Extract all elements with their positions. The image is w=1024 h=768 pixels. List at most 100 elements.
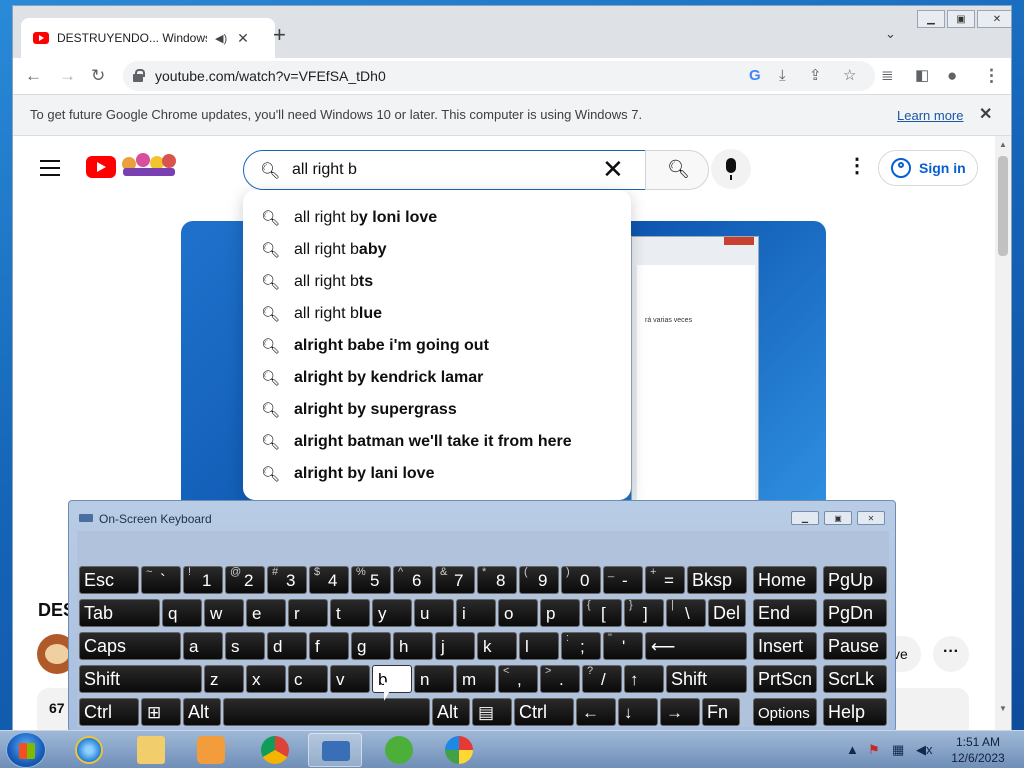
osk-key-c[interactable]: c [288, 665, 328, 693]
osk-key-x[interactable]: ↑ [624, 665, 664, 693]
osk-ctrl[interactable]: Ctrl [514, 698, 574, 726]
scroll-thumb[interactable] [998, 156, 1008, 256]
media-control-icon[interactable]: ≣ [881, 64, 894, 88]
taskbar-osk[interactable] [308, 733, 362, 767]
maximize-button[interactable]: ▣ [947, 10, 975, 28]
profile-avatar-icon[interactable]: ● [947, 64, 957, 88]
osk-key-i[interactable]: i [456, 599, 496, 627]
osk-key-x[interactable]: ⟵ [645, 632, 747, 660]
infobar-close-icon[interactable]: ✕ [979, 104, 992, 124]
osk-pause-key[interactable]: Pause [823, 632, 887, 660]
osk-pgdn-key[interactable]: PgDn [823, 599, 887, 627]
osk-alt[interactable]: Alt [183, 698, 221, 726]
osk-esc[interactable]: Esc [79, 566, 139, 594]
osk-key-l[interactable]: l [519, 632, 559, 660]
hamburger-menu-icon[interactable] [40, 160, 60, 176]
osk-key-7[interactable]: & 7 [435, 566, 475, 594]
osk-windows-key[interactable]: ⊞ [141, 698, 181, 726]
osk-key-b[interactable]: b [372, 665, 412, 693]
osk-key-x[interactable]: }] [624, 599, 664, 627]
browser-tab[interactable]: DESTRUYENDO... Windows 7 ◀) ✕ [21, 18, 275, 58]
osk-key-n[interactable]: n [414, 665, 454, 693]
osk-insert-key[interactable]: Insert [753, 632, 817, 660]
osk-key-e[interactable]: e [246, 599, 286, 627]
osk-pgup-key[interactable]: PgUp [823, 566, 887, 594]
close-window-button[interactable]: ✕ [977, 10, 1011, 28]
lock-icon[interactable] [133, 69, 145, 82]
osk-ctrl[interactable]: Ctrl [79, 698, 139, 726]
osk-space[interactable] [223, 698, 430, 726]
suggestion-item[interactable]: 🔍︎ all right by loni love [243, 202, 631, 234]
osk-menu-key-key[interactable]: ▤ [472, 698, 512, 726]
forward-arrow-icon[interactable]: → [59, 64, 76, 88]
osk-end-key[interactable]: End [753, 599, 817, 627]
scroll-down-arrow-icon[interactable]: ▼ [999, 704, 1007, 713]
google-translate-icon[interactable]: G [749, 65, 761, 87]
reload-icon[interactable]: ↻ [91, 64, 105, 88]
page-scrollbar[interactable]: ▲ ▼ [995, 136, 1011, 730]
osk-key-d[interactable]: d [267, 632, 307, 660]
osk-key-j[interactable]: j [435, 632, 475, 660]
osk-key-x[interactable]: | \ [666, 599, 706, 627]
clear-search-icon[interactable]: ✕ [602, 155, 624, 183]
suggestion-item[interactable]: 🔍︎ alright by lani love [243, 458, 631, 490]
suggestion-item[interactable]: 🔍︎ all right blue [243, 298, 631, 330]
start-button[interactable] [6, 732, 46, 768]
osk-minimize-button[interactable]: ▁ [791, 511, 819, 525]
osk-key-m[interactable]: m [456, 665, 496, 693]
osk-key-x[interactable]: ← [576, 698, 616, 726]
osk-key-z[interactable]: z [204, 665, 244, 693]
suggestion-item[interactable]: 🔍︎ all right bts [243, 266, 631, 298]
osk-key-x[interactable]: ↓ [618, 698, 658, 726]
osk-key-x[interactable]: {[ [582, 599, 622, 627]
osk-key-2[interactable]: @2 [225, 566, 265, 594]
osk-tab[interactable]: Tab [79, 599, 160, 627]
taskbar-vpn[interactable] [432, 733, 486, 767]
osk-options-key[interactable]: Options [753, 698, 817, 726]
osk-key-1[interactable]: ! 1 [183, 566, 223, 594]
osk-key-5[interactable]: % 5 [351, 566, 391, 594]
osk-key-u[interactable]: u [414, 599, 454, 627]
taskbar-explorer[interactable] [124, 733, 178, 767]
osk-key-x[interactable]: <, [498, 665, 538, 693]
osk-key-w[interactable]: w [204, 599, 244, 627]
osk-key-x[interactable]: :; [561, 632, 601, 660]
suggestion-item[interactable]: 🔍︎ alright babe i'm going out [243, 330, 631, 362]
osk-key-4[interactable]: $4 [309, 566, 349, 594]
osk-shift[interactable]: Shift [666, 665, 747, 693]
osk-key-x[interactable]: + = [645, 566, 685, 594]
tray-volume-icon[interactable]: ◀x [916, 742, 933, 758]
osk-help-key[interactable]: Help [823, 698, 887, 726]
osk-key-a[interactable]: a [183, 632, 223, 660]
osk-key-v[interactable]: v [330, 665, 370, 693]
bookmark-star-icon[interactable]: ☆ [843, 65, 856, 87]
share-icon[interactable]: ⇪ [809, 65, 822, 87]
learn-more-link[interactable]: Learn more [897, 108, 963, 123]
osk-key-s[interactable]: s [225, 632, 265, 660]
new-tab-button[interactable]: + [273, 24, 286, 46]
osk-fn[interactable]: Fn [702, 698, 740, 726]
tray-flag-icon[interactable]: ⚑ [868, 742, 880, 758]
suggestion-item[interactable]: 🔍︎ all right baby [243, 234, 631, 266]
tab-search-chevron-icon[interactable]: ⌄ [885, 26, 896, 42]
osk-key-3[interactable]: #3 [267, 566, 307, 594]
suggestion-item[interactable]: 🔍︎ alright batman we'll take it from here [243, 426, 631, 458]
osk-key-8[interactable]: * 8 [477, 566, 517, 594]
osk-key-r[interactable]: r [288, 599, 328, 627]
osk-key-k[interactable]: k [477, 632, 517, 660]
minimize-button[interactable]: ▁ [917, 10, 945, 28]
osk-key-y[interactable]: y [372, 599, 412, 627]
tab-close-icon[interactable]: ✕ [237, 30, 249, 47]
osk-scrlk-key[interactable]: ScrLk [823, 665, 887, 693]
suggestion-item[interactable]: 🔍︎ alright by kendrick lamar [243, 362, 631, 394]
osk-close-button[interactable]: ✕ [857, 511, 885, 525]
taskbar-clock[interactable]: 1:51 AM 12/6/2023 [940, 734, 1016, 766]
osk-shift[interactable]: Shift [79, 665, 202, 693]
osk-key-x[interactable]: ~ ` [141, 566, 181, 594]
settings-menu-icon[interactable]: ⋮ [847, 156, 867, 176]
osk-key-o[interactable]: o [498, 599, 538, 627]
search-input[interactable]: 🔍︎ all right b ✕ [243, 150, 646, 190]
osk-key-p[interactable]: p [540, 599, 580, 627]
osk-caps[interactable]: Caps [79, 632, 181, 660]
osk-key-9[interactable]: (9 [519, 566, 559, 594]
